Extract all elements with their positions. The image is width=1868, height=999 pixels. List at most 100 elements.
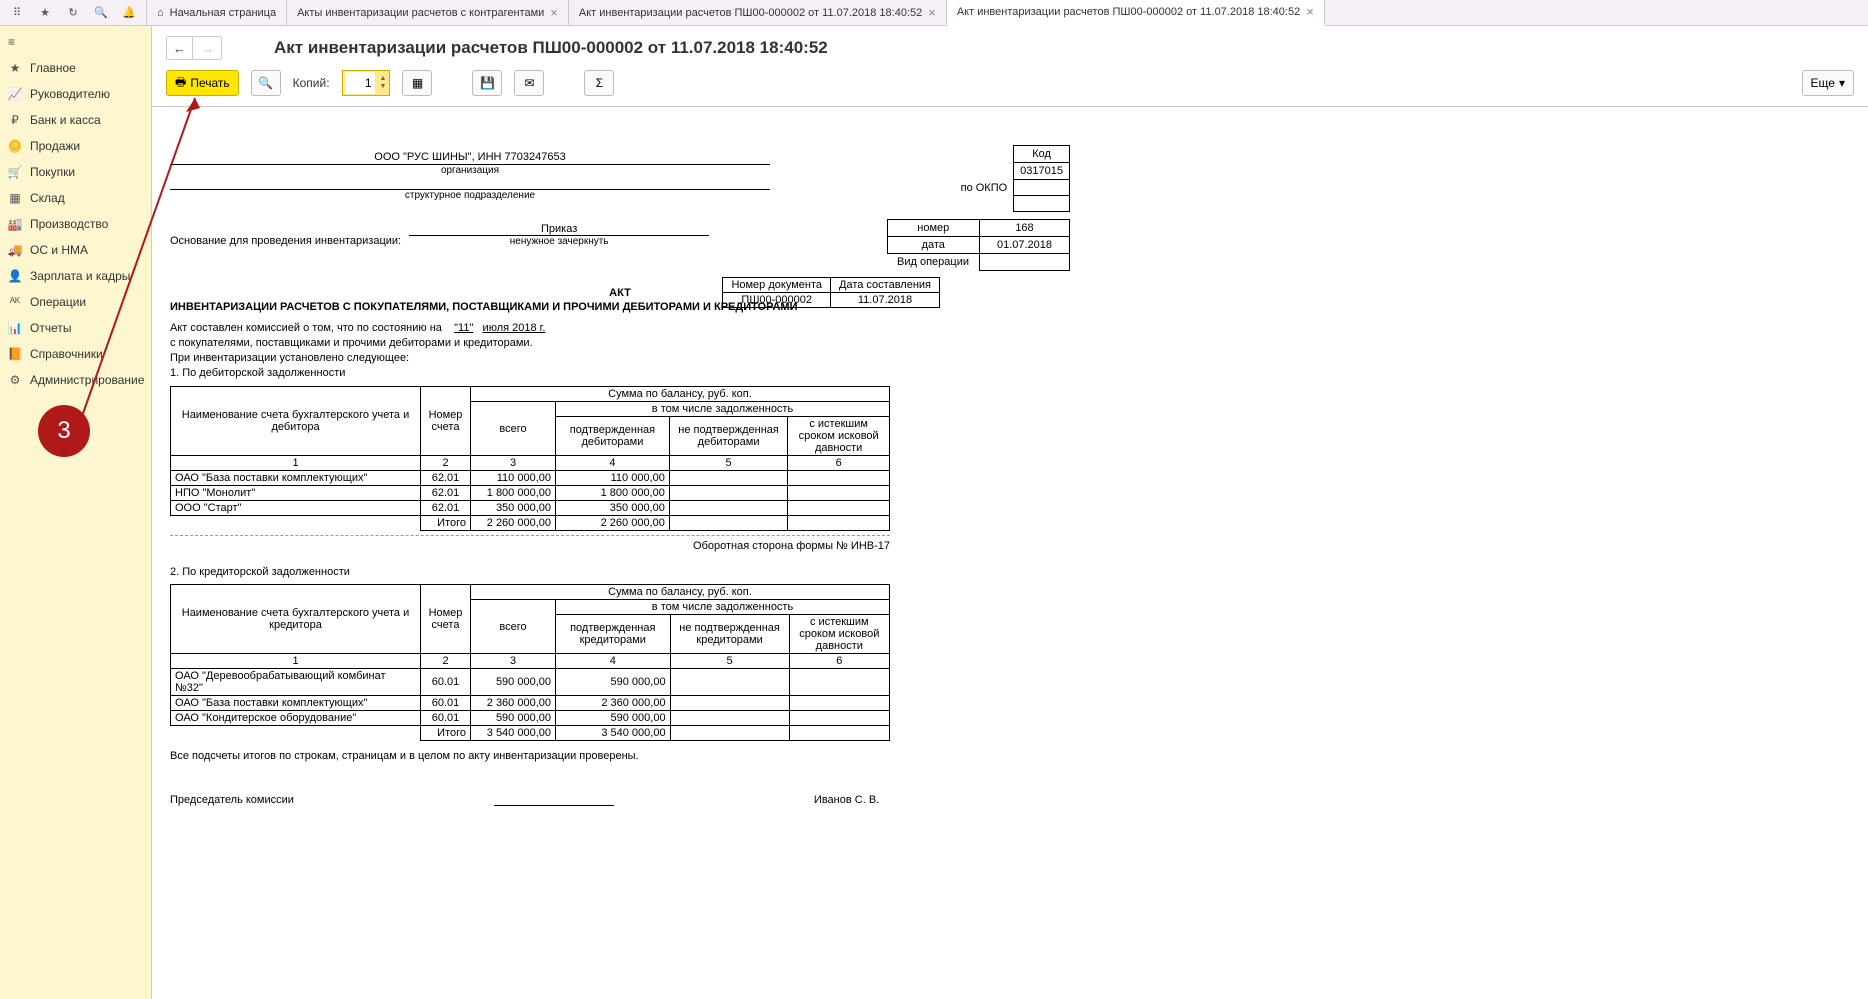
- table-row: ООО "Старт"62.01350 000,00350 000,00: [171, 501, 890, 516]
- th-acc: Номер счета: [421, 585, 471, 654]
- sidebar-item-reports[interactable]: 📊Отчеты: [0, 315, 151, 341]
- docnum: ПШ00-000002: [723, 293, 831, 308]
- email-button[interactable]: ✉: [514, 70, 544, 96]
- copies-input[interactable]: [345, 72, 375, 94]
- sidebar-label: Операции: [30, 295, 86, 309]
- sidebar-label: Главное: [30, 61, 76, 75]
- gear-icon: ⚙: [8, 373, 22, 387]
- copies-label: Копий:: [293, 76, 330, 90]
- docdate: 11.07.2018: [831, 293, 940, 308]
- code-value: 0317015: [1014, 163, 1070, 180]
- akt-word: АКТ: [609, 287, 631, 299]
- apps-icon[interactable]: ⠿: [10, 6, 24, 20]
- copies-stepper[interactable]: ▲▼: [342, 70, 391, 96]
- tab-label: Акт инвентаризации расчетов ПШ00-000002 …: [957, 6, 1300, 18]
- book-icon: 📙: [8, 347, 22, 361]
- sidebar-item-catalogs[interactable]: 📙 Справочники: [0, 341, 151, 367]
- nav-forward-button[interactable]: →: [195, 37, 221, 59]
- sidebar-label: Склад: [30, 191, 65, 205]
- save-icon: 💾: [480, 76, 495, 90]
- sidebar-label: Производство: [30, 217, 108, 231]
- sidebar-item-purchases[interactable]: 🛒Покупки: [0, 159, 151, 185]
- zoom-page-icon: 🔍: [258, 76, 273, 90]
- spin-down-icon[interactable]: ▼: [377, 83, 390, 91]
- tab-label: Акт инвентаризации расчетов ПШ00-000002 …: [579, 7, 922, 19]
- history-icon[interactable]: ↻: [66, 6, 80, 20]
- home-icon: ⌂: [157, 7, 164, 19]
- menu-toggle-icon[interactable]: ≡: [0, 29, 151, 55]
- ledger-icon: ᴬᴷ: [8, 295, 22, 309]
- nav-back-button[interactable]: ←: [167, 37, 193, 59]
- print-button[interactable]: 🖶 Печать: [166, 70, 239, 96]
- search-icon[interactable]: 🔍: [94, 6, 108, 20]
- sidebar-item-assets[interactable]: 🚚ОС и НМА: [0, 237, 151, 263]
- table-row: ОАО "База поставки комплектующих"62.0111…: [171, 471, 890, 486]
- sidebar-label: Справочники: [30, 347, 103, 361]
- sidebar: ≡ ★Главное 📈Руководителю ₽Банк и касса 🪙…: [0, 26, 152, 999]
- close-icon[interactable]: ×: [1306, 4, 1314, 19]
- date-label: дата: [887, 237, 979, 254]
- document-area[interactable]: Код 0317015 по ОКПО ООО "РУС ШИНЫ", ИНН …: [152, 107, 1868, 999]
- th-unconf: не подтвержденная кредиторами: [670, 615, 789, 654]
- preview-button[interactable]: 🔍: [251, 70, 281, 96]
- sidebar-item-bank[interactable]: ₽Банк и касса: [0, 107, 151, 133]
- form-note: Оборотная сторона формы № ИНВ-17: [170, 540, 890, 552]
- th-unconf: не подтвержденная дебиторами: [669, 417, 787, 456]
- checked-text: Все подсчеты итогов по строкам, страница…: [170, 749, 1070, 764]
- spin-up-icon[interactable]: ▲: [377, 75, 390, 83]
- para-day: "11": [454, 322, 473, 334]
- para-text: Акт составлен комиссией о том, что по со…: [170, 322, 442, 334]
- tab-home[interactable]: ⌂ Начальная страница: [146, 0, 287, 26]
- sidebar-item-admin[interactable]: ⚙Администрирование: [0, 367, 151, 393]
- table-total: Итого2 260 000,002 260 000,00: [171, 516, 890, 531]
- more-label: Еще: [1811, 76, 1835, 90]
- close-icon[interactable]: ×: [550, 5, 558, 20]
- tab-act-1[interactable]: Акт инвентаризации расчетов ПШ00-000002 …: [569, 0, 947, 26]
- org-name: ООО "РУС ШИНЫ", ИНН 7703247653: [170, 151, 770, 165]
- close-icon[interactable]: ×: [928, 5, 936, 20]
- number-value: 168: [980, 220, 1070, 237]
- th-name: Наименование счета бухгалтерского учета …: [171, 585, 421, 654]
- document: Код 0317015 по ОКПО ООО "РУС ШИНЫ", ИНН …: [170, 151, 1070, 806]
- tab-act-2[interactable]: Акт инвентаризации расчетов ПШ00-000002 …: [947, 0, 1325, 26]
- table-row: ОАО "Кондитерское оборудование"60.01590 …: [171, 711, 890, 726]
- sidebar-item-warehouse[interactable]: ▦Склад: [0, 185, 151, 211]
- cart-icon: 🛒: [8, 165, 22, 179]
- save-button[interactable]: 💾: [472, 70, 502, 96]
- sidebar-item-manager[interactable]: 📈Руководителю: [0, 81, 151, 107]
- chairman-label: Председатель комиссии: [170, 794, 294, 806]
- tab-label: Акты инвентаризации расчетов с контраген…: [297, 7, 544, 19]
- table-row: ОАО "Деревообрабатывающий комбинат №32"6…: [171, 669, 890, 696]
- ruble-icon: ₽: [8, 113, 22, 127]
- more-button[interactable]: Еще ▾: [1802, 70, 1854, 96]
- sidebar-label: Продажи: [30, 139, 80, 153]
- star-icon[interactable]: ★: [38, 6, 52, 20]
- sidebar-label: ОС и НМА: [30, 243, 88, 257]
- sidebar-item-sales[interactable]: 🪙 Продажи: [0, 133, 151, 159]
- th-total: всего: [471, 402, 556, 456]
- sum-button[interactable]: Σ: [584, 70, 614, 96]
- coins-icon: 🪙: [8, 139, 22, 153]
- sidebar-item-main[interactable]: ★Главное: [0, 55, 151, 81]
- factory-icon: 🏭: [8, 217, 22, 231]
- sidebar-item-hr[interactable]: 👤Зарплата и кадры: [0, 263, 151, 289]
- section-header: 2. По кредиторской задолженности: [170, 566, 1070, 578]
- sidebar-item-operations[interactable]: ᴬᴷ Операции: [0, 289, 151, 315]
- bars-icon: 📊: [8, 321, 22, 335]
- sidebar-label: Зарплата и кадры: [30, 269, 130, 283]
- export-button[interactable]: ▦: [402, 70, 432, 96]
- table-row: ОАО "База поставки комплектующих"60.012 …: [171, 696, 890, 711]
- th-incl: в том числе задолженность: [556, 600, 890, 615]
- creditors-table: Наименование счета бухгалтерского учета …: [170, 584, 890, 741]
- th-sum: Сумма по балансу, руб. коп.: [471, 387, 890, 402]
- sidebar-item-production[interactable]: 🏭 Производство: [0, 211, 151, 237]
- tab-acts-list[interactable]: Акты инвентаризации расчетов с контраген…: [287, 0, 569, 26]
- para-month: июля 2018 г.: [483, 322, 546, 334]
- subdiv-sub: структурное подразделение: [170, 190, 770, 201]
- para-text: При инвентаризации установлено следующее…: [170, 352, 409, 364]
- sigma-icon: Σ: [596, 76, 603, 90]
- bell-icon[interactable]: 🔔: [122, 6, 136, 20]
- table-export-icon: ▦: [412, 76, 423, 90]
- basis-sub: ненужное зачеркнуть: [409, 236, 709, 247]
- th-expired: с истекшим сроком исковой давности: [789, 615, 889, 654]
